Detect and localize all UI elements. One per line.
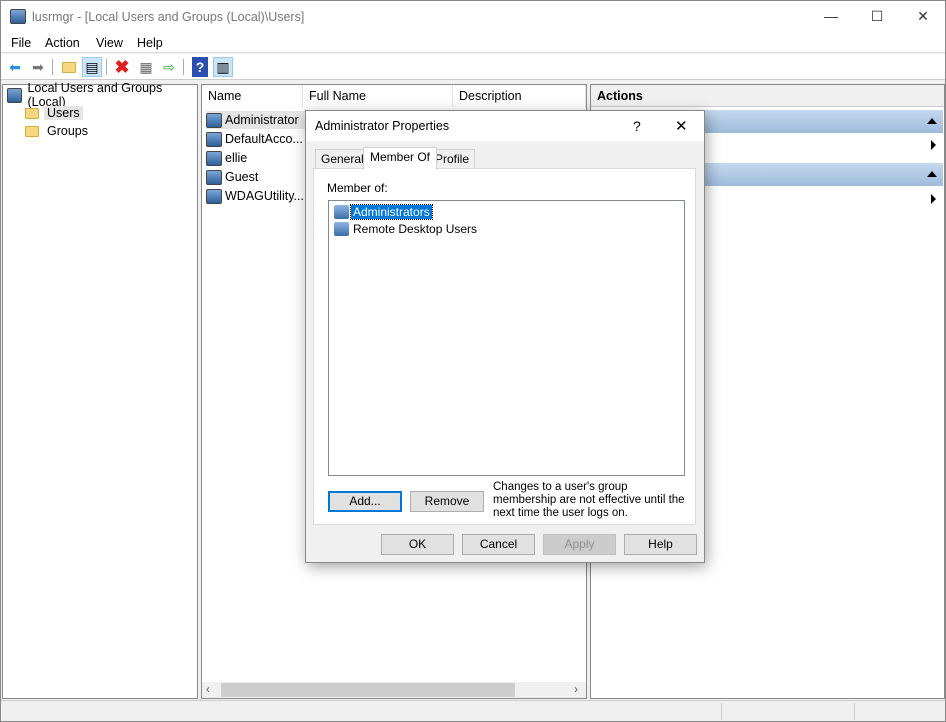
dialog-title-bar: Administrator Properties ? ✕ xyxy=(306,111,704,141)
show-hide-tree-icon[interactable]: ▤ xyxy=(82,57,102,77)
groups-listbox[interactable]: Administrators Remote Desktop Users xyxy=(328,200,685,476)
delete-icon[interactable]: ✖ xyxy=(112,57,132,77)
back-icon[interactable]: ⬅ xyxy=(5,57,25,77)
tab-member-of[interactable]: Member Of xyxy=(363,147,438,170)
folder-icon xyxy=(25,125,39,137)
collapse-icon[interactable] xyxy=(927,118,937,124)
status-bar xyxy=(1,700,945,721)
menu-bar: File Action View Help xyxy=(1,33,945,53)
menu-action[interactable]: Action xyxy=(45,36,80,50)
apply-button[interactable]: Apply xyxy=(543,534,616,555)
up-folder-icon[interactable] xyxy=(59,57,79,77)
app-icon xyxy=(10,9,26,24)
ok-button[interactable]: OK xyxy=(381,534,454,555)
scroll-left-icon[interactable]: ‹ xyxy=(206,682,210,696)
scroll-right-icon[interactable]: › xyxy=(574,682,578,696)
group-icon xyxy=(334,221,349,236)
more-actions-icon[interactable] xyxy=(931,140,936,150)
collapse-icon[interactable] xyxy=(927,171,937,177)
list-item[interactable]: Administrator xyxy=(206,111,316,129)
list-item[interactable]: Guest xyxy=(206,168,258,186)
menu-help[interactable]: Help xyxy=(137,36,163,50)
list-item[interactable]: WDAGUtility... xyxy=(206,187,304,205)
more-actions-icon[interactable] xyxy=(931,194,936,204)
user-icon xyxy=(206,131,222,147)
member-of-label: Member of: xyxy=(327,181,388,195)
help-icon[interactable]: ? xyxy=(192,57,208,77)
menu-file[interactable]: File xyxy=(11,36,31,50)
user-icon xyxy=(206,188,222,204)
administrator-properties-dialog: Administrator Properties ? ✕ General Mem… xyxy=(305,110,705,563)
computer-icon xyxy=(7,87,23,103)
member-of-panel: Member of: Administrators Remote Desktop… xyxy=(313,168,696,525)
remove-button[interactable]: Remove xyxy=(410,491,484,512)
column-name[interactable]: Name xyxy=(202,85,303,107)
tab-general[interactable]: General xyxy=(315,149,370,169)
window-title: lusrmgr - [Local Users and Groups (Local… xyxy=(32,10,305,24)
tree-root[interactable]: Local Users and Groups (Local) xyxy=(7,81,197,109)
membership-note: Changes to a user's group membership are… xyxy=(493,481,685,519)
list-item[interactable]: DefaultAcco... xyxy=(206,130,303,148)
user-icon xyxy=(206,169,222,185)
menu-view[interactable]: View xyxy=(96,36,123,50)
minimize-button[interactable]: — xyxy=(808,1,854,31)
user-icon xyxy=(206,112,222,128)
tree-item-users[interactable]: Users xyxy=(25,104,83,122)
toolbar: ⬅ ➡ ▤ ✖ ▦ ⇨ ? ▥ xyxy=(1,54,945,80)
dialog-close-button[interactable]: ✕ xyxy=(675,117,688,135)
group-icon xyxy=(334,204,349,219)
column-full-name[interactable]: Full Name xyxy=(303,85,453,107)
list-item[interactable]: ellie xyxy=(206,149,247,167)
user-icon xyxy=(206,150,222,166)
properties-icon[interactable]: ▦ xyxy=(136,57,156,77)
add-button[interactable]: Add... xyxy=(328,491,402,512)
list-item[interactable]: Remote Desktop Users xyxy=(334,220,479,237)
dialog-title: Administrator Properties xyxy=(315,119,450,133)
title-bar: lusrmgr - [Local Users and Groups (Local… xyxy=(1,1,945,33)
list-item[interactable]: Administrators xyxy=(334,203,433,220)
horizontal-scrollbar[interactable]: ‹ › xyxy=(202,682,586,698)
scrollbar-thumb[interactable] xyxy=(221,683,515,697)
dialog-help-button[interactable]: ? xyxy=(633,118,641,134)
folder-icon xyxy=(25,107,39,119)
help-button[interactable]: Help xyxy=(624,534,697,555)
tree-pane: Local Users and Groups (Local) Users Gro… xyxy=(2,81,198,699)
actions-header: Actions xyxy=(591,85,944,107)
close-button[interactable]: ✕ xyxy=(900,1,946,31)
forward-icon[interactable]: ➡ xyxy=(28,57,48,77)
show-hide-action-pane-icon[interactable]: ▥ xyxy=(213,57,233,77)
column-description[interactable]: Description xyxy=(453,85,586,107)
tree-item-groups[interactable]: Groups xyxy=(25,122,91,140)
maximize-button[interactable]: ☐ xyxy=(854,1,900,31)
cancel-button[interactable]: Cancel xyxy=(462,534,535,555)
export-icon[interactable]: ⇨ xyxy=(159,57,179,77)
